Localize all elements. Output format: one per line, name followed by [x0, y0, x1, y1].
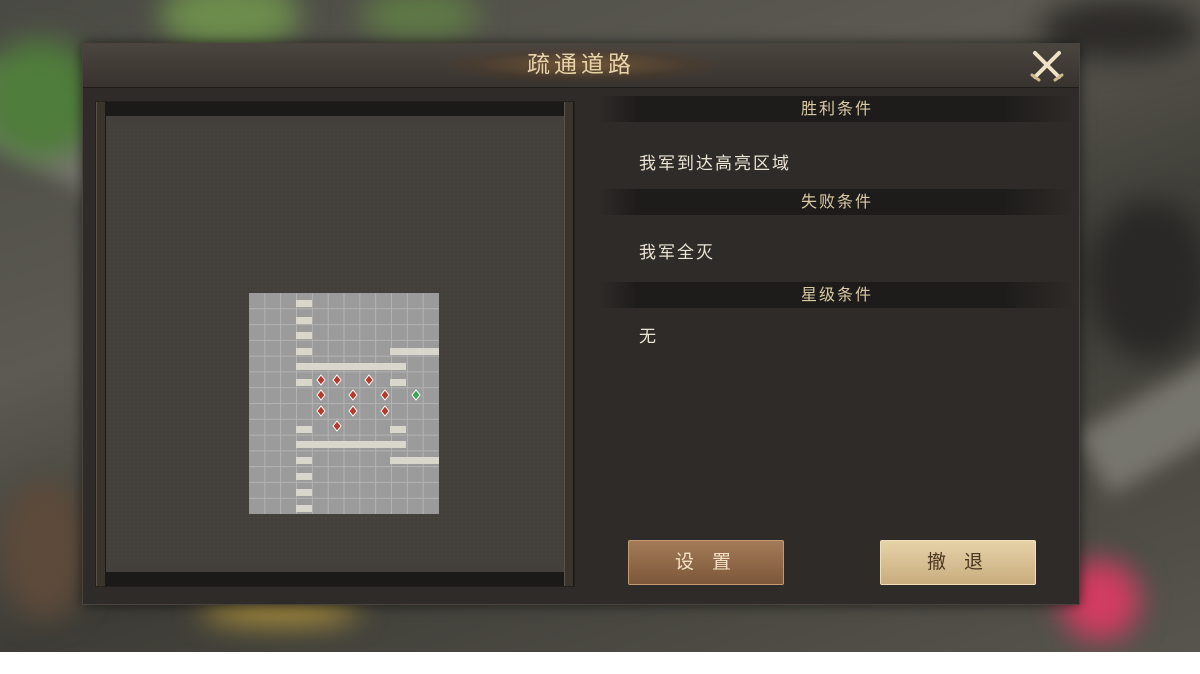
wall-segment — [390, 379, 406, 386]
wall-segment — [296, 505, 312, 512]
wall-segment — [296, 363, 406, 370]
frame-right-post — [564, 102, 574, 586]
defeat-conditions-text: 我军全灭 — [639, 243, 715, 263]
wall-segment — [296, 489, 312, 496]
wall-segment — [390, 426, 406, 433]
wall-segment — [296, 300, 312, 307]
settings-button[interactable]: 设 置 — [628, 540, 784, 585]
title-bar: 疏通道路 — [83, 44, 1079, 88]
wall-segment — [296, 473, 312, 480]
defeat-conditions-header: 失败条件 — [599, 189, 1075, 215]
wall-segment — [390, 457, 439, 464]
wall-segment — [296, 348, 312, 355]
wall-segment — [296, 317, 312, 324]
frame-left-post — [96, 102, 106, 586]
star-conditions-header: 星级条件 — [599, 282, 1075, 308]
crossed-swords-close-icon — [1030, 51, 1064, 82]
dialog-title: 疏通道路 — [527, 52, 635, 78]
frame-top-bar — [96, 102, 574, 116]
wall-segment — [296, 379, 312, 386]
wall-segment — [296, 426, 312, 433]
victory-conditions-header: 胜利条件 — [599, 96, 1075, 122]
retreat-button[interactable]: 撤 退 — [880, 540, 1036, 585]
road-clearing-dialog: 疏通道路 胜利条件 我军到达高亮区域 失败条件 我军全灭 星级条件 无 设 置 … — [82, 43, 1080, 605]
map-preview-frame — [95, 101, 575, 587]
battle-minimap[interactable] — [249, 293, 439, 514]
wall-segment — [296, 457, 312, 464]
wall-segment — [296, 332, 312, 339]
conditions-panel: 胜利条件 我军到达高亮区域 失败条件 我军全灭 星级条件 无 — [583, 87, 1079, 604]
star-conditions-text: 无 — [639, 327, 658, 347]
frame-bottom-bar — [96, 572, 574, 586]
victory-conditions-text: 我军到达高亮区域 — [639, 154, 791, 174]
wall-segment — [296, 441, 406, 448]
wall-segment — [390, 348, 439, 355]
close-button[interactable] — [1029, 49, 1065, 83]
